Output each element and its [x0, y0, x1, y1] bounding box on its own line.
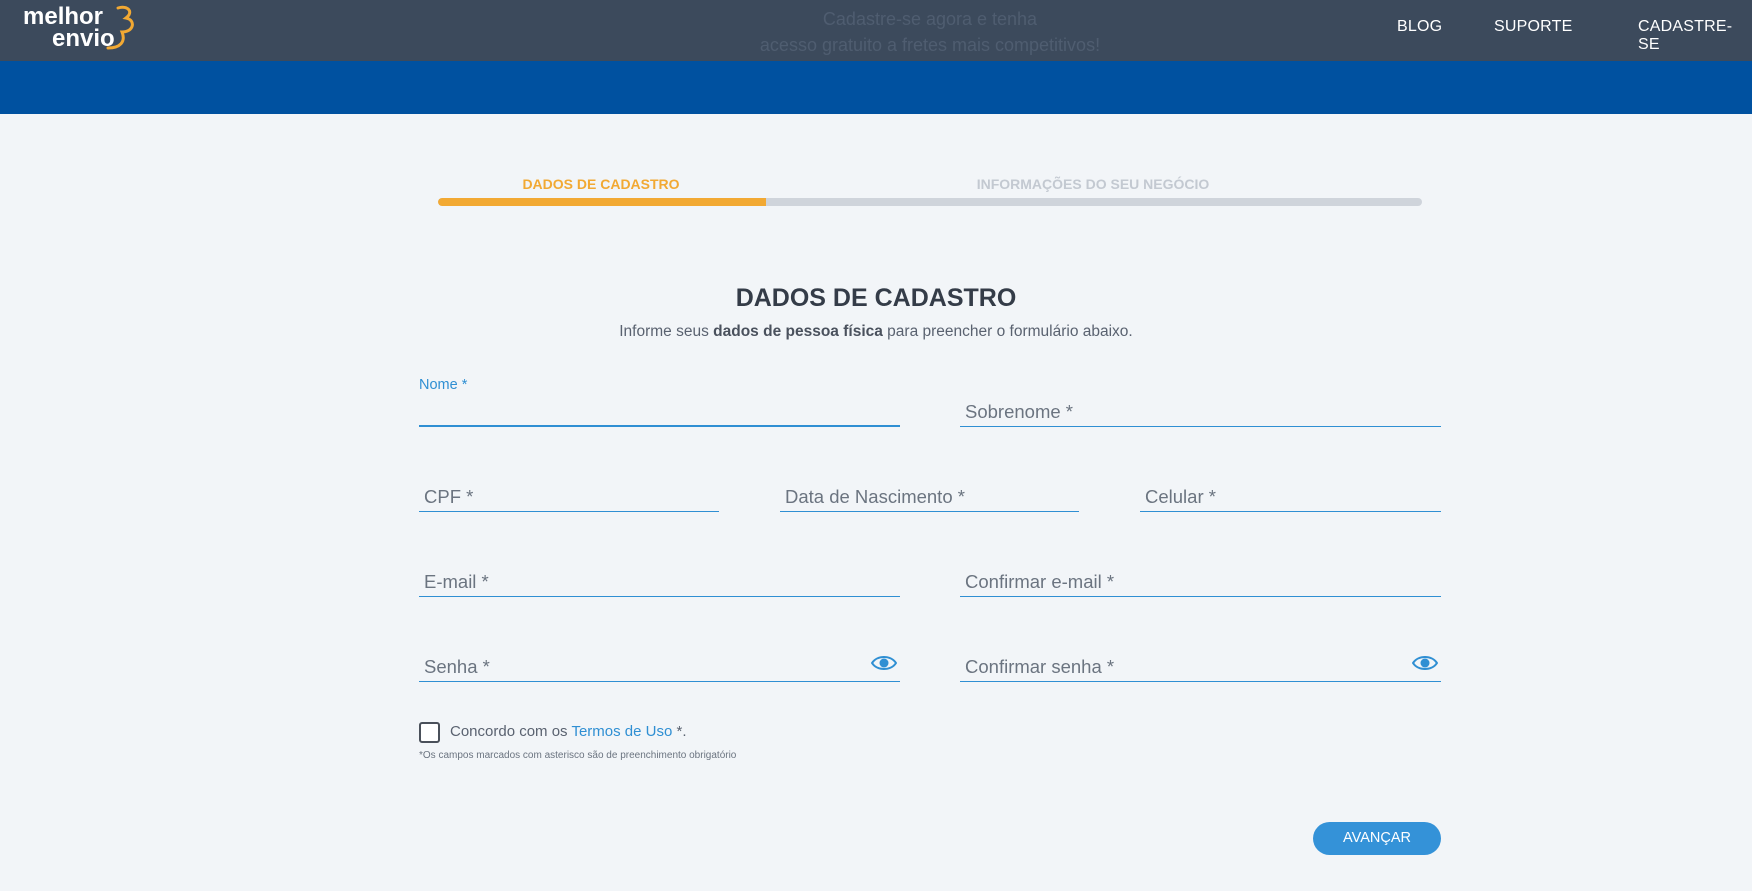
promo-line2: acesso gratuito a fretes mais competitiv… — [759, 35, 1101, 55]
terms-text: Concordo com os Termos de Uso *. — [450, 723, 687, 740]
data-nascimento-field[interactable]: Data de Nascimento * — [780, 462, 1079, 512]
confirmar-senha-field[interactable]: Confirmar senha * — [960, 632, 1441, 682]
show-confirm-password-eye-icon[interactable] — [1412, 654, 1438, 672]
terms-of-use-link[interactable]: Termos de Uso — [571, 723, 672, 740]
form-subtitle: Informe seus dados de pessoa física para… — [0, 323, 1752, 341]
header-band — [0, 61, 1752, 114]
nav-cadastre-se[interactable]: CADASTRE-SE — [1638, 18, 1752, 54]
senha-field[interactable]: Senha * — [419, 632, 900, 682]
confirmar-email-underline — [960, 596, 1441, 597]
required-fields-note: *Os campos marcados com asterisco são de… — [419, 750, 737, 761]
nav-blog[interactable]: BLOG — [1397, 18, 1442, 36]
progress-track — [438, 198, 1422, 206]
senha-underline — [419, 681, 900, 682]
celular-placeholder: Celular * — [1145, 486, 1216, 507]
progress-fill — [438, 198, 766, 206]
logo-line2: envio — [52, 25, 115, 52]
nome-field[interactable]: Nome * — [419, 377, 900, 427]
subtitle-post: para preencher o formulário abaixo. — [882, 323, 1133, 340]
nome-label: Nome * — [419, 377, 468, 393]
confirmar-senha-placeholder: Confirmar senha * — [965, 656, 1115, 677]
nav-suporte[interactable]: SUPORTE — [1494, 18, 1572, 36]
email-underline — [419, 596, 900, 597]
melhor-envio-logo[interactable]: melhor envio — [22, 2, 134, 54]
terms-pre: Concordo com os — [450, 723, 572, 740]
cpf-field[interactable]: CPF * — [419, 462, 719, 512]
senha-placeholder: Senha * — [424, 656, 490, 677]
nome-underline — [419, 425, 900, 427]
sobrenome-field[interactable]: Sobrenome * — [960, 377, 1441, 427]
subtitle-bold: dados de pessoa física — [713, 323, 883, 340]
terms-checkbox[interactable] — [419, 722, 440, 743]
cpf-underline — [419, 511, 719, 512]
promo-line1: Cadastre-se agora e tenha — [822, 9, 1038, 29]
sobrenome-placeholder: Sobrenome * — [965, 401, 1073, 422]
celular-underline — [1140, 511, 1441, 512]
avancar-button[interactable]: AVANÇAR — [1313, 822, 1441, 855]
confirmar-senha-underline — [960, 681, 1441, 682]
celular-field[interactable]: Celular * — [1140, 462, 1441, 512]
data-nascimento-underline — [780, 511, 1079, 512]
step-informacoes-negocio: INFORMAÇÕES DO SEU NEGÓCIO — [976, 176, 1210, 192]
form-title: DADOS DE CADASTRO — [735, 284, 1017, 312]
confirmar-email-placeholder: Confirmar e-mail * — [965, 571, 1115, 592]
promo-text: Cadastre-se agora e tenha acesso gratuit… — [650, 6, 1210, 58]
sobrenome-underline — [960, 426, 1441, 427]
data-nascimento-placeholder: Data de Nascimento * — [785, 486, 965, 507]
subtitle-pre: Informe seus — [619, 323, 714, 340]
email-field[interactable]: E-mail * — [419, 547, 900, 597]
show-password-eye-icon[interactable] — [871, 654, 897, 672]
confirmar-email-field[interactable]: Confirmar e-mail * — [960, 547, 1441, 597]
step-dados-de-cadastro: DADOS DE CADASTRO — [522, 176, 680, 192]
cpf-placeholder: CPF * — [424, 486, 474, 507]
terms-post: *. — [672, 723, 687, 740]
email-placeholder: E-mail * — [424, 571, 489, 592]
